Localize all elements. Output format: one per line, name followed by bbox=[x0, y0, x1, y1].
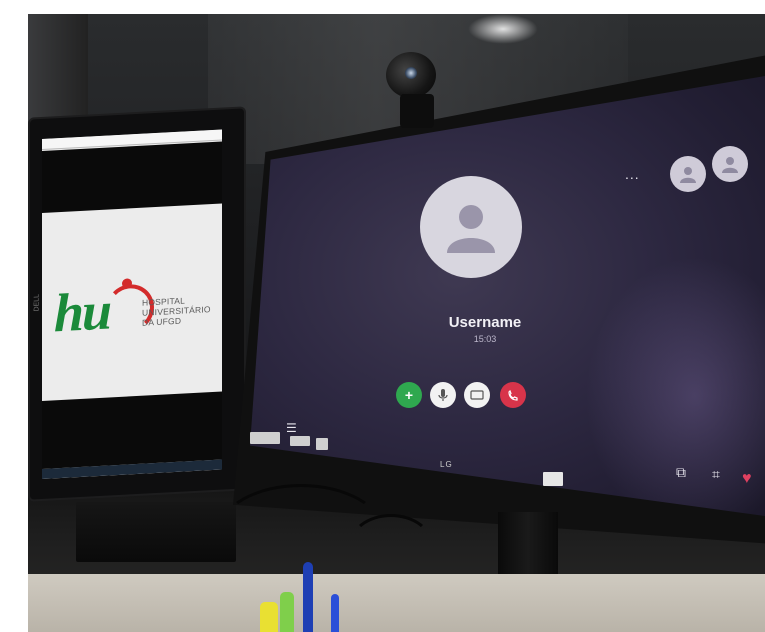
caller-username: Username bbox=[448, 314, 522, 331]
webcam-clip bbox=[400, 94, 434, 128]
hospital-logo-text: HOSPITAL UNIVERSITÁRIO DA UFGD bbox=[142, 294, 211, 328]
monitor-brand-logo: LG bbox=[440, 460, 453, 469]
monitor-brand-label: DELL bbox=[33, 293, 41, 312]
pen-blue bbox=[303, 562, 313, 632]
end-call-button[interactable] bbox=[500, 382, 526, 408]
more-options-icon[interactable]: ... bbox=[625, 166, 640, 182]
person-icon bbox=[680, 167, 696, 183]
participant-avatar-2[interactable] bbox=[712, 146, 748, 182]
webcam-lens bbox=[405, 67, 417, 79]
pen-blue-2 bbox=[331, 594, 339, 632]
screen-glow bbox=[585, 256, 765, 516]
hospital-logo-mark: hu bbox=[54, 280, 111, 344]
mute-button[interactable] bbox=[430, 382, 456, 408]
person-icon bbox=[722, 157, 738, 173]
bezel-sticker bbox=[290, 436, 310, 446]
window-icon[interactable]: ⧉ bbox=[676, 464, 686, 481]
cable bbox=[348, 514, 434, 580]
highlighter-green bbox=[280, 592, 294, 632]
power-button[interactable] bbox=[543, 472, 563, 486]
letterbox-top bbox=[42, 141, 222, 213]
caller-avatar bbox=[420, 176, 522, 278]
bezel-sticker bbox=[250, 432, 280, 444]
video-camera-icon bbox=[470, 390, 484, 400]
add-participant-button[interactable]: + bbox=[396, 382, 422, 408]
logo-line-3: DA UFGD bbox=[142, 315, 182, 328]
video-toggle-button[interactable] bbox=[464, 382, 490, 408]
highlighter-yellow bbox=[260, 602, 278, 632]
desk-surface bbox=[28, 574, 765, 632]
menu-icon[interactable]: ☰ bbox=[286, 421, 297, 435]
ceiling-light bbox=[468, 14, 538, 44]
photo-scene: hu HOSPITAL UNIVERSITÁRIO DA UFGD DELL .… bbox=[28, 14, 765, 632]
left-monitor-screen: hu HOSPITAL UNIVERSITÁRIO DA UFGD bbox=[42, 129, 222, 479]
phone-hangup-icon bbox=[508, 389, 518, 401]
left-monitor-stand bbox=[76, 502, 236, 562]
letterbox-bottom bbox=[42, 391, 222, 469]
microphone-icon bbox=[438, 389, 448, 401]
call-timer: 15:03 bbox=[473, 334, 497, 344]
participant-avatar-1[interactable] bbox=[670, 156, 706, 192]
person-icon bbox=[447, 205, 495, 253]
bezel-sticker bbox=[316, 438, 328, 450]
focus-icon[interactable]: ⌗ bbox=[712, 466, 720, 483]
left-monitor: hu HOSPITAL UNIVERSITÁRIO DA UFGD DELL bbox=[30, 108, 244, 500]
heart-icon[interactable]: ♥ bbox=[742, 470, 752, 488]
